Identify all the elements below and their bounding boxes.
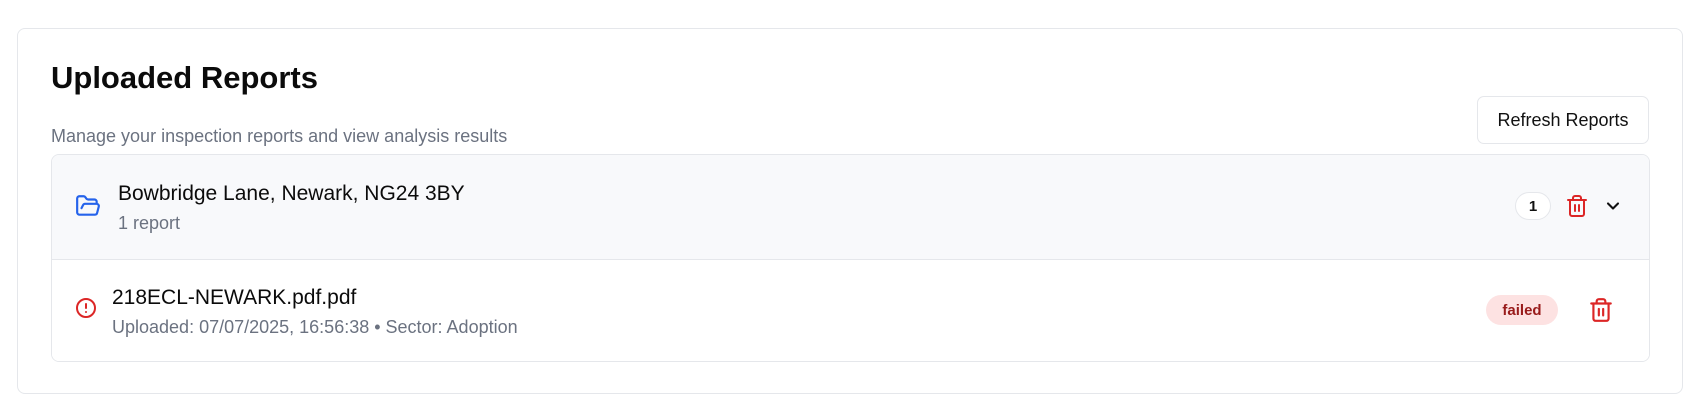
- chevron-down-icon[interactable]: [1603, 196, 1623, 216]
- card-header: Uploaded Reports Manage your inspection …: [51, 59, 1649, 145]
- status-badge: failed: [1486, 295, 1558, 325]
- page-title: Uploaded Reports: [51, 60, 318, 95]
- report-count-badge: 1: [1515, 192, 1551, 220]
- refresh-reports-button[interactable]: Refresh Reports: [1477, 96, 1649, 144]
- folder-open-icon: [74, 193, 102, 219]
- report-meta: Uploaded: 07/07/2025, 16:56:38 • Sector:…: [112, 317, 518, 337]
- report-filename: 218ECL-NEWARK.pdf.pdf: [112, 286, 357, 309]
- report-group-name: Bowbridge Lane, Newark, NG24 3BY: [118, 182, 465, 205]
- report-group-header[interactable]: Bowbridge Lane, Newark, NG24 3BY 1 repor…: [52, 155, 1649, 260]
- delete-group-icon[interactable]: [1565, 194, 1589, 218]
- alert-circle-icon: [74, 296, 98, 320]
- delete-report-icon[interactable]: [1588, 297, 1614, 323]
- report-row[interactable]: 218ECL-NEWARK.pdf.pdf Uploaded: 07/07/20…: [52, 260, 1649, 361]
- report-group-count: 1 report: [118, 213, 181, 233]
- report-group: Bowbridge Lane, Newark, NG24 3BY 1 repor…: [51, 154, 1650, 362]
- uploaded-reports-card: Uploaded Reports Manage your inspection …: [17, 28, 1683, 394]
- page-subtitle: Manage your inspection reports and view …: [51, 126, 508, 146]
